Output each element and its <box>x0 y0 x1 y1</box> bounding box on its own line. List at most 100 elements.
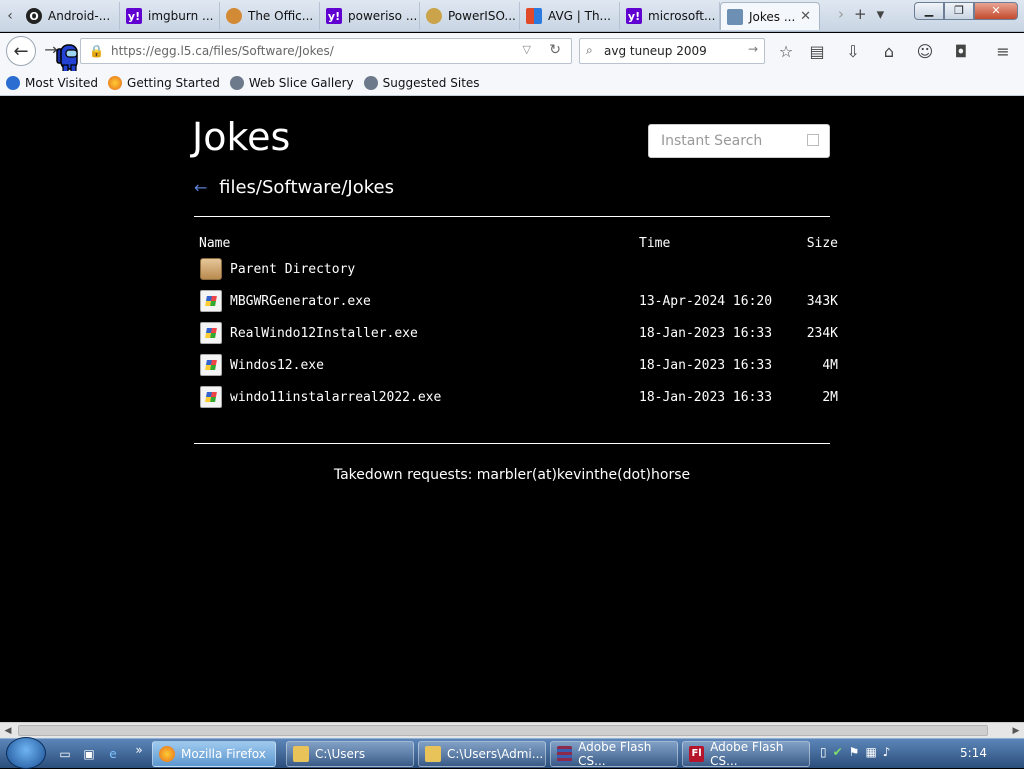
volume-icon[interactable]: ♪ <box>883 745 891 759</box>
tab-imgburn[interactable]: y! imgburn ... <box>120 2 220 30</box>
task-explorer-users[interactable]: C:\Users <box>286 741 414 767</box>
back-button[interactable]: ← <box>6 36 36 66</box>
ie-icon[interactable]: e <box>104 745 122 763</box>
exe-icon <box>200 386 222 408</box>
task-adobe-flash-installer[interactable]: Adobe Flash CS... <box>550 740 678 768</box>
task-label: Adobe Flash CS... <box>578 740 652 768</box>
reading-list-icon[interactable]: ▤ <box>806 41 828 63</box>
tab-the-official[interactable]: The Offic... <box>220 2 320 30</box>
bookmark-label: Suggested Sites <box>382 76 480 90</box>
search-input: avg tuneup 2009 <box>604 44 707 58</box>
search-go-icon[interactable]: → <box>748 42 758 56</box>
start-button[interactable] <box>6 737 46 769</box>
file-name[interactable]: RealWindo12Installer.exe <box>230 326 418 341</box>
close-tab-icon[interactable]: ✕ <box>800 9 811 24</box>
bookmark-star-icon[interactable]: ☆ <box>775 41 797 63</box>
search-icon: ⌕ <box>586 43 593 57</box>
reload-icon[interactable]: ↻ <box>549 42 561 58</box>
tab-label: Jokes ... <box>749 9 796 24</box>
scrollbar-thumb[interactable] <box>18 725 988 736</box>
pocket-icon[interactable]: ◘ <box>950 41 972 63</box>
back-link[interactable]: ← <box>194 178 207 197</box>
folder-icon <box>200 258 222 280</box>
network-icon[interactable]: ▦ <box>865 745 876 759</box>
quick-launch-more-icon[interactable]: » <box>130 741 148 759</box>
file-name[interactable]: MBGWRGenerator.exe <box>230 294 371 309</box>
security-icon[interactable]: ✔ <box>833 745 843 759</box>
horizontal-scrollbar[interactable]: ◀ ▶ <box>0 722 1024 738</box>
tab-avg[interactable]: AVG | Th... <box>520 2 620 30</box>
instant-search-input[interactable]: Instant Search <box>648 124 830 158</box>
flag-icon[interactable]: ⚑ <box>849 745 860 759</box>
among-us-cursor-icon <box>54 43 80 73</box>
page-content: Jokes Instant Search ← files/Software/Jo… <box>0 97 1024 722</box>
scroll-right-icon[interactable]: ▶ <box>1008 723 1024 739</box>
menu-icon[interactable]: ≡ <box>992 41 1014 63</box>
bookmark-label: Getting Started <box>127 76 220 90</box>
column-size[interactable]: Size <box>807 236 838 251</box>
task-firefox[interactable]: Mozilla Firefox <box>152 741 276 767</box>
download-icon[interactable]: ⇩ <box>842 41 864 63</box>
table-row[interactable]: Windos12.exe 18-Jan-2023 16:33 4M <box>194 353 844 377</box>
home-icon[interactable]: ⌂ <box>878 41 900 63</box>
folder-icon <box>425 746 441 762</box>
takedown-notice: Takedown requests: marbler(at)kevinthe(d… <box>333 467 691 483</box>
url-text: https://egg.l5.ca/files/Software/Jokes/ <box>111 44 334 58</box>
new-tab-icon[interactable]: + <box>854 5 867 23</box>
tab-jokes[interactable]: Jokes ... ✕ <box>720 2 820 30</box>
show-desktop-icon[interactable]: ▭ <box>56 745 74 763</box>
yahoo-icon: y! <box>626 8 642 24</box>
bookmark-suggested-sites[interactable]: Suggested Sites <box>363 76 480 90</box>
search-checkbox-icon[interactable] <box>807 134 819 146</box>
clock[interactable]: 5:14 <box>960 746 987 760</box>
table-row[interactable]: MBGWRGenerator.exe 13-Apr-2024 16:20 343… <box>194 289 844 313</box>
divider <box>194 216 830 217</box>
winrar-icon <box>557 746 573 762</box>
tab-label: poweriso ... <box>348 9 418 23</box>
url-bar[interactable]: 🔒 https://egg.l5.ca/files/Software/Jokes… <box>80 38 572 64</box>
divider <box>194 443 830 444</box>
bookmark-web-slice-gallery[interactable]: Web Slice Gallery <box>229 76 354 90</box>
ie-icon <box>229 76 244 90</box>
file-name[interactable]: Windos12.exe <box>230 358 324 373</box>
file-name[interactable]: windo11instalarreal2022.exe <box>230 390 441 405</box>
document-icon[interactable]: ▯ <box>820 745 827 759</box>
dropdown-arrow-icon[interactable]: ▽ <box>523 43 531 56</box>
switch-windows-icon[interactable]: ▣ <box>80 745 98 763</box>
list-all-tabs-icon[interactable]: ▾ <box>877 5 885 23</box>
search-bar[interactable]: ⌕ avg tuneup 2009 → <box>579 38 765 64</box>
table-row[interactable]: RealWindo12Installer.exe 18-Jan-2023 16:… <box>194 321 844 345</box>
column-time[interactable]: Time <box>639 236 670 251</box>
tab-android[interactable]: O Android-... <box>20 2 120 30</box>
column-name[interactable]: Name <box>199 236 230 251</box>
maximize-button[interactable]: ❐ <box>944 2 974 20</box>
lock-icon: 🔒 <box>89 44 104 58</box>
close-window-button[interactable]: ✕ <box>974 2 1018 20</box>
tab-label: PowerISO... <box>448 9 516 23</box>
table-row[interactable]: Parent Directory <box>194 257 844 281</box>
tab-poweriso[interactable]: PowerISO... <box>420 2 520 30</box>
tab-microsoft[interactable]: y! microsoft... <box>620 2 720 30</box>
exe-icon <box>200 322 222 344</box>
task-adobe-flash[interactable]: Fl Adobe Flash CS... <box>682 740 810 768</box>
tab-label: AVG | Th... <box>548 9 611 23</box>
scroll-tabs-right-icon[interactable]: › <box>838 5 844 23</box>
smiley-icon[interactable]: ☺ <box>914 41 936 63</box>
file-time: 18-Jan-2023 16:33 <box>639 389 773 405</box>
bookmark-getting-started[interactable]: Getting Started <box>108 76 220 90</box>
file-name[interactable]: Parent Directory <box>230 262 355 277</box>
tab-label: microsoft... <box>648 9 716 23</box>
exe-icon <box>200 290 222 312</box>
table-row[interactable]: windo11instalarreal2022.exe 18-Jan-2023 … <box>194 385 844 409</box>
ie-icon <box>363 76 378 90</box>
tab-controls: › + ▾ <box>838 5 884 23</box>
scroll-tabs-left-icon[interactable]: ‹ <box>2 4 18 28</box>
table-header: Name Time Size <box>194 231 844 255</box>
minimize-button[interactable]: ▁ <box>914 2 944 20</box>
scroll-left-icon[interactable]: ◀ <box>0 723 16 739</box>
tab-poweriso-search[interactable]: y! poweriso ... <box>320 2 420 30</box>
bookmark-label: Web Slice Gallery <box>248 76 354 90</box>
file-size: 234K <box>806 325 838 341</box>
bookmark-most-visited[interactable]: Most Visited <box>6 76 98 90</box>
task-explorer-admin[interactable]: C:\Users\Admi... <box>418 741 546 767</box>
